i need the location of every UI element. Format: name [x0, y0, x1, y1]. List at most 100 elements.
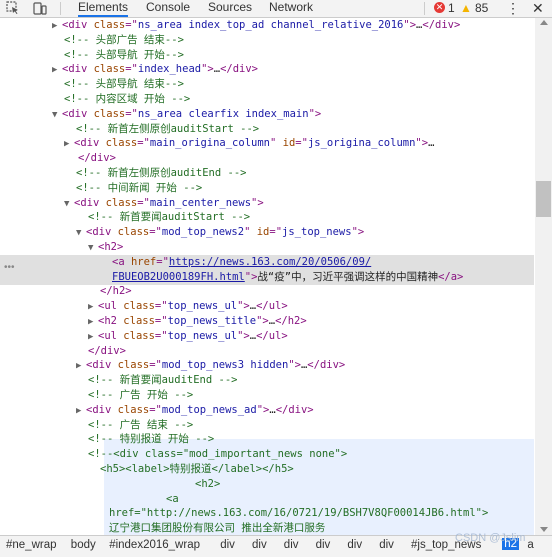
code-token: top_news_title [167, 315, 257, 327]
code-token: mod_top_news_ad [161, 403, 257, 416]
code-token: <ul [98, 329, 124, 342]
warning-icon[interactable]: ▲ [460, 1, 472, 15]
warning-count[interactable]: 85 [475, 1, 488, 15]
dom-node-line[interactable]: ▶ <ul class="top_news_ul">…</ul> [0, 299, 534, 314]
code-token: class [105, 196, 138, 209]
scrollbar-thumb[interactable] [536, 181, 551, 217]
expand-arrow-icon[interactable]: ▶ [76, 359, 86, 373]
code-token[interactable]: https://news.163.com/20/0506/09/ [169, 256, 371, 268]
dom-node-line[interactable]: <!-- 广告 结束 --> [0, 418, 534, 433]
code-token: <!-- 新首要闻auditStart --> [88, 211, 251, 224]
breadcrumb-item[interactable]: body [71, 539, 96, 551]
code-token: <a [166, 492, 179, 505]
expand-arrow-icon[interactable]: ▶ [88, 300, 98, 314]
dom-node-line[interactable]: </h2> [0, 284, 534, 299]
error-count[interactable]: 1 [448, 1, 455, 15]
code-token: "> [308, 107, 322, 120]
code-token: class [117, 359, 150, 372]
code-token: top_news_ul [167, 300, 238, 313]
vertical-scrollbar[interactable] [535, 18, 552, 535]
code-token: =" [149, 359, 162, 372]
dom-tree[interactable]: ▶ <div class="ns_area index_top_ad channe… [0, 18, 534, 535]
error-icon[interactable]: ✕ [434, 2, 445, 13]
code-token: <!-- 头部广告 结束--> [64, 33, 184, 46]
dom-node-line[interactable]: ▶ <div class="main_origina_column" id="js… [0, 136, 534, 151]
breadcrumb-item[interactable]: div [379, 539, 394, 551]
dom-node-line[interactable]: <h5><label>特别报道</label></h5> [0, 462, 534, 477]
toolbar-divider [424, 2, 425, 15]
scroll-down-arrow-icon[interactable] [540, 527, 548, 532]
tab-console[interactable]: Console [146, 0, 190, 17]
dom-node-line[interactable]: <a href="https://news.163.com/20/0506/09… [0, 254, 534, 270]
code-token: "> [256, 403, 270, 416]
dom-node-line[interactable]: ▶ <div class="ns_area index_top_ad channe… [0, 18, 534, 33]
dom-node-line[interactable]: <!-- 新首要闻auditEnd --> [0, 373, 534, 388]
dom-node-line[interactable]: <!-- 广告 开始 --> [0, 388, 534, 403]
breadcrumb-item[interactable]: div [347, 539, 362, 551]
dom-node-line[interactable]: <!-- 头部广告 结束--> [0, 33, 534, 48]
code-token: top_news_ul [167, 329, 238, 342]
dom-node-line[interactable]: ▼ <div class="main_center_news"> [0, 196, 534, 211]
breadcrumb-item[interactable]: div [284, 539, 299, 551]
dom-node-line[interactable]: <!--<div class="mod_important_news none"… [0, 447, 534, 462]
more-actions-icon[interactable]: ••• [4, 262, 15, 273]
breadcrumb-item[interactable]: div [316, 539, 331, 551]
code-token: mod_top_news3 hidden [161, 359, 289, 372]
code-token: <!-- 广告 结束 --> [88, 418, 194, 431]
expand-arrow-icon[interactable]: ▶ [64, 137, 74, 151]
tab-network[interactable]: Network [269, 0, 313, 17]
dom-node-line[interactable]: FBUEOB2U000189FH.html">战“疫”中，习近平强调这样的中国精… [0, 269, 534, 285]
collapse-arrow-icon[interactable]: ▼ [52, 108, 62, 122]
dom-node-line[interactable]: ▶ <div class="mod_top_news3 hidden">…</di… [0, 358, 534, 373]
dom-node-line[interactable]: <a [0, 492, 534, 507]
dom-node-line[interactable]: </div> [0, 344, 534, 359]
code-token: class [117, 403, 150, 416]
scroll-up-arrow-icon[interactable] [540, 20, 548, 25]
dom-node-line[interactable]: <!-- 新首左侧原创auditEnd --> [0, 166, 534, 181]
watermark: CSDN @Jslim [455, 532, 526, 544]
dom-node-line[interactable]: <!-- 头部导航 开始--> [0, 48, 534, 63]
code-token: <!-- 特别报道 开始 --> [88, 433, 215, 446]
code-token: =" [269, 226, 283, 239]
dom-node-line[interactable]: ▶ <div class="mod_top_news_ad">…</div> [0, 403, 534, 418]
breadcrumb-item[interactable]: #index2016_wrap [109, 539, 200, 551]
device-toolbar-icon[interactable] [33, 1, 47, 15]
expand-arrow-icon[interactable]: ▶ [88, 315, 98, 329]
dom-node-line[interactable]: ▼ <h2> [0, 240, 534, 255]
dom-node-line[interactable]: <!-- 新首要闻auditStart --> [0, 210, 534, 225]
breadcrumb-item[interactable]: div [252, 539, 267, 551]
dom-node-line[interactable]: 辽宁港口集团股份有限公司 推出全新港口服务 [0, 521, 534, 535]
dom-node-line[interactable]: ▼ <div class="ns_area clearfix index_main… [0, 107, 534, 122]
tab-elements[interactable]: Elements [78, 0, 129, 17]
expand-arrow-icon[interactable]: ▶ [52, 63, 62, 77]
dom-node-line[interactable]: <!-- 中间新闻 开始 --> [0, 181, 534, 196]
kebab-menu-icon[interactable]: ⋮ [506, 0, 520, 17]
dom-node-line[interactable]: ▼ <div class="mod_top_news2" id="js_top_n… [0, 225, 534, 240]
expand-arrow-icon[interactable]: ▶ [52, 19, 62, 33]
collapse-arrow-icon[interactable]: ▼ [88, 241, 98, 255]
breadcrumb-item[interactable]: #ne_wrap [6, 539, 57, 551]
code-token: </h2> [275, 315, 307, 327]
dom-node-line[interactable]: ▶ <ul class="top_news_ul">…</ul> [0, 329, 534, 344]
breadcrumb-item[interactable]: a [527, 539, 533, 551]
dom-node-line[interactable]: href="http://news.163.com/16/0721/19/BSH… [0, 506, 534, 521]
dom-node-line[interactable]: ▶ <h2 class="top_news_title">…</h2> [0, 314, 534, 329]
inspect-element-icon[interactable] [6, 1, 20, 15]
collapse-arrow-icon[interactable]: ▼ [76, 226, 86, 240]
code-token: =" [295, 137, 308, 150]
expand-arrow-icon[interactable]: ▶ [76, 404, 86, 418]
code-token: <!-- 头部导航 开始--> [64, 48, 184, 61]
code-token[interactable]: FBUEOB2U000189FH.html [112, 271, 245, 283]
dom-node-line[interactable]: <!-- 头部导航 结束--> [0, 77, 534, 92]
dom-node-line[interactable]: <!-- 特别报道 开始 --> [0, 432, 534, 447]
close-icon[interactable]: ✕ [532, 0, 544, 17]
dom-node-line[interactable]: </div> [0, 151, 534, 166]
tab-sources[interactable]: Sources [208, 0, 252, 17]
dom-node-line[interactable]: ▶ <div class="index_head">…</div> [0, 62, 534, 77]
collapse-arrow-icon[interactable]: ▼ [64, 197, 74, 211]
breadcrumb-item[interactable]: div [220, 539, 235, 551]
dom-node-line[interactable]: <!-- 新首左侧原创auditStart --> [0, 122, 534, 137]
dom-node-line[interactable]: <h2> [0, 477, 534, 492]
dom-node-line[interactable]: <!-- 内容区域 开始 --> [0, 92, 534, 107]
expand-arrow-icon[interactable]: ▶ [88, 330, 98, 344]
